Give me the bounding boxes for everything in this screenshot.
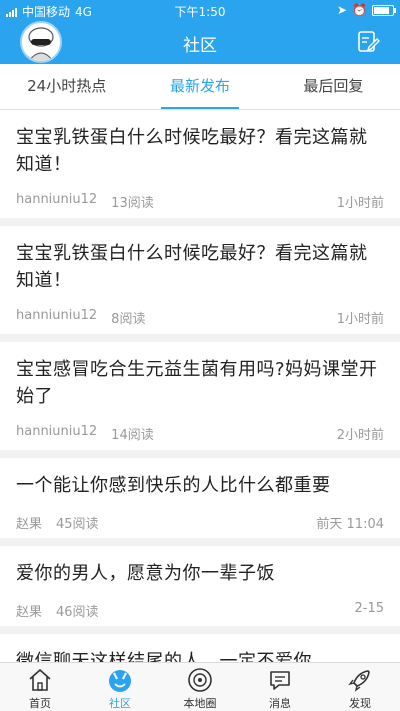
post-reads: 14阅读	[111, 428, 154, 443]
post-time: 前天 11:04	[316, 517, 384, 532]
edit-icon[interactable]	[356, 30, 380, 54]
post-author: hanniuniu12	[16, 192, 98, 207]
post-time: 1小时前	[336, 312, 384, 327]
list-item[interactable]: 微信聊天这样结尾的人，一定不爱你	[0, 634, 400, 662]
tabbar-discover[interactable]: 发现	[320, 663, 400, 711]
local-circle-icon	[188, 668, 212, 692]
alarm-icon: ⏰	[352, 3, 367, 17]
list-item[interactable]: 爱你的男人，愿意为你一辈子饭 赵果 46阅读 2-15	[0, 546, 400, 634]
tabbar-messages[interactable]: 消息	[240, 663, 320, 711]
tab-last-reply[interactable]: 最后回复	[267, 64, 400, 109]
rocket-icon	[348, 670, 370, 692]
battery-icon	[372, 4, 396, 16]
tab-strip: 24小时热点 最新发布 最后回复	[0, 64, 400, 110]
post-author: 赵果	[16, 605, 43, 620]
post-time: 2小时前	[336, 428, 384, 443]
status-bar: 中国移动 4G 下午1:50 ➤ ⏰	[0, 0, 400, 20]
post-time: 1小时前	[336, 196, 384, 211]
post-author: hanniuniu12	[16, 308, 98, 323]
tab-24h-hot[interactable]: 24小时热点	[0, 64, 133, 109]
post-list: 宝宝乳铁蛋白什么时候吃最好？看完这篇就知道！ hanniuniu12 13阅读 …	[0, 110, 400, 662]
location-icon: ➤	[336, 3, 348, 17]
clock: 下午1:50	[174, 5, 226, 19]
bottom-tab-bar: 首页 社区 本地圈 消息 发现	[0, 662, 400, 711]
tab-latest[interactable]: 最新发布	[133, 64, 266, 109]
app-header: 社区	[0, 20, 400, 64]
list-item[interactable]: 一个能让你感到快乐的人比什么都重要 赵果 45阅读 前天 11:04	[0, 458, 400, 546]
list-item[interactable]: 宝宝感冒吃合生元益生菌有用吗?妈妈课堂开始了 hanniuniu12 14阅读 …	[0, 342, 400, 458]
post-time: 2-15	[354, 601, 384, 616]
post-reads: 13阅读	[111, 196, 154, 211]
home-icon	[29, 668, 51, 691]
post-reads: 8阅读	[111, 312, 146, 327]
tabbar-home[interactable]: 首页	[0, 663, 80, 711]
post-author: 赵果	[16, 517, 43, 532]
list-item[interactable]: 宝宝乳铁蛋白什么时候吃最好？看完这篇就知道！ hanniuniu12 8阅读 1…	[0, 226, 400, 342]
page-title: 社区	[183, 36, 217, 56]
post-title: 宝宝乳铁蛋白什么时候吃最好？看完这篇就知道！	[16, 127, 368, 175]
post-author: hanniuniu12	[16, 424, 98, 439]
list-item[interactable]: 宝宝乳铁蛋白什么时候吃最好？看完这篇就知道！ hanniuniu12 13阅读 …	[0, 110, 400, 226]
post-title: 宝宝乳铁蛋白什么时候吃最好？看完这篇就知道！	[16, 243, 368, 291]
post-title: 爱你的男人，愿意为你一辈子饭	[16, 563, 275, 584]
post-reads: 46阅读	[56, 605, 99, 620]
tabbar-community[interactable]: 社区	[80, 663, 160, 711]
community-icon	[109, 670, 131, 692]
message-icon	[270, 671, 290, 690]
post-title: 微信聊天这样结尾的人，一定不爱你	[16, 651, 312, 662]
tabbar-local[interactable]: 本地圈	[160, 663, 240, 711]
post-title: 宝宝感冒吃合生元益生菌有用吗?妈妈课堂开始了	[16, 359, 378, 407]
post-reads: 45阅读	[56, 517, 99, 532]
post-title: 一个能让你感到快乐的人比什么都重要	[16, 475, 331, 496]
